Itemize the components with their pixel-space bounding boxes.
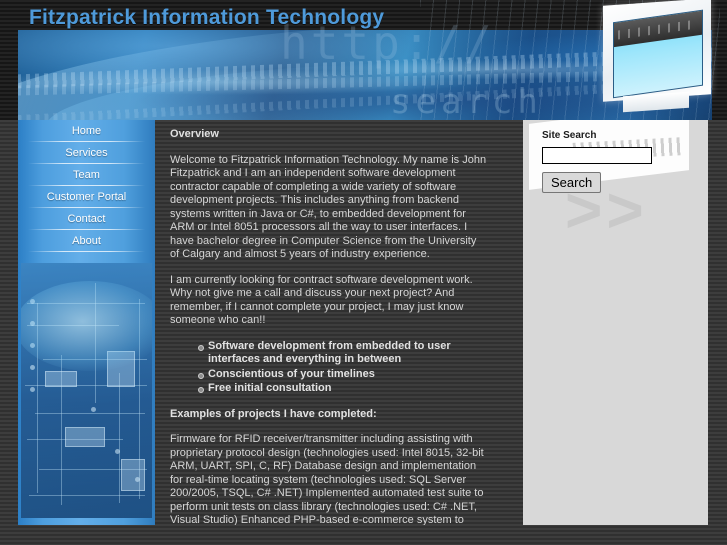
search-button[interactable]: Search — [542, 172, 602, 193]
monitor-icon — [601, 0, 719, 114]
sidebar-item-customer-portal[interactable]: Customer Portal — [18, 186, 155, 208]
sidebar-item-label: Team — [73, 169, 100, 181]
page-title: Fitzpatrick Information Technology — [29, 6, 385, 29]
site-search-widget: Site Search Search — [523, 120, 708, 193]
sidebar-item-contact[interactable]: Contact — [18, 208, 155, 230]
main-navigation: Home Services Team Customer Portal Conta… — [18, 120, 155, 252]
examples-heading: Examples of projects I have completed: — [170, 407, 377, 420]
examples-paragraph: Firmware for RFID receiver/transmitter i… — [170, 433, 484, 525]
sidebar-item-services[interactable]: Services — [18, 142, 155, 164]
sidebar-item-about[interactable]: About — [18, 230, 155, 252]
monitor-screen — [613, 9, 703, 99]
sidebar-item-label: Customer Portal — [46, 191, 127, 203]
section-heading-overview: Overview — [170, 128, 219, 140]
sidebar-item-team[interactable]: Team — [18, 164, 155, 186]
intro-paragraph: Welcome to Fitzpatrick Information Techn… — [170, 153, 487, 261]
site-banner: http:// search Fitzpatrick Information T… — [0, 0, 727, 120]
circuit-board-image — [21, 263, 152, 518]
site-search-label: Site Search — [542, 130, 597, 141]
monitor-body — [603, 0, 711, 102]
monitor-stand — [623, 91, 689, 113]
list-item: Software development from embedded to us… — [198, 340, 488, 367]
sidebar-item-label: Home — [71, 125, 102, 137]
search-input[interactable] — [542, 147, 652, 164]
sidebar-item-home[interactable]: Home — [18, 120, 155, 142]
availability-paragraph: I am currently looking for contract soft… — [170, 273, 473, 327]
highlights-list: Software development from embedded to us… — [170, 340, 488, 396]
sidebar-item-label: Services — [65, 147, 108, 159]
page-root: http:// search Fitzpatrick Information T… — [0, 0, 727, 545]
sidebar-item-label: Contact — [67, 213, 106, 225]
monitor-titlebar — [614, 10, 702, 48]
list-item: Conscientious of your timelines — [198, 368, 488, 382]
right-sidebar: >> Site Search Search — [523, 120, 708, 525]
main-content: Overview Welcome to Fitzpatrick Informat… — [160, 120, 498, 525]
list-item: Free initial consultation — [198, 382, 488, 396]
sidebar: Home Services Team Customer Portal Conta… — [18, 120, 155, 525]
sidebar-item-label: About — [72, 235, 101, 247]
